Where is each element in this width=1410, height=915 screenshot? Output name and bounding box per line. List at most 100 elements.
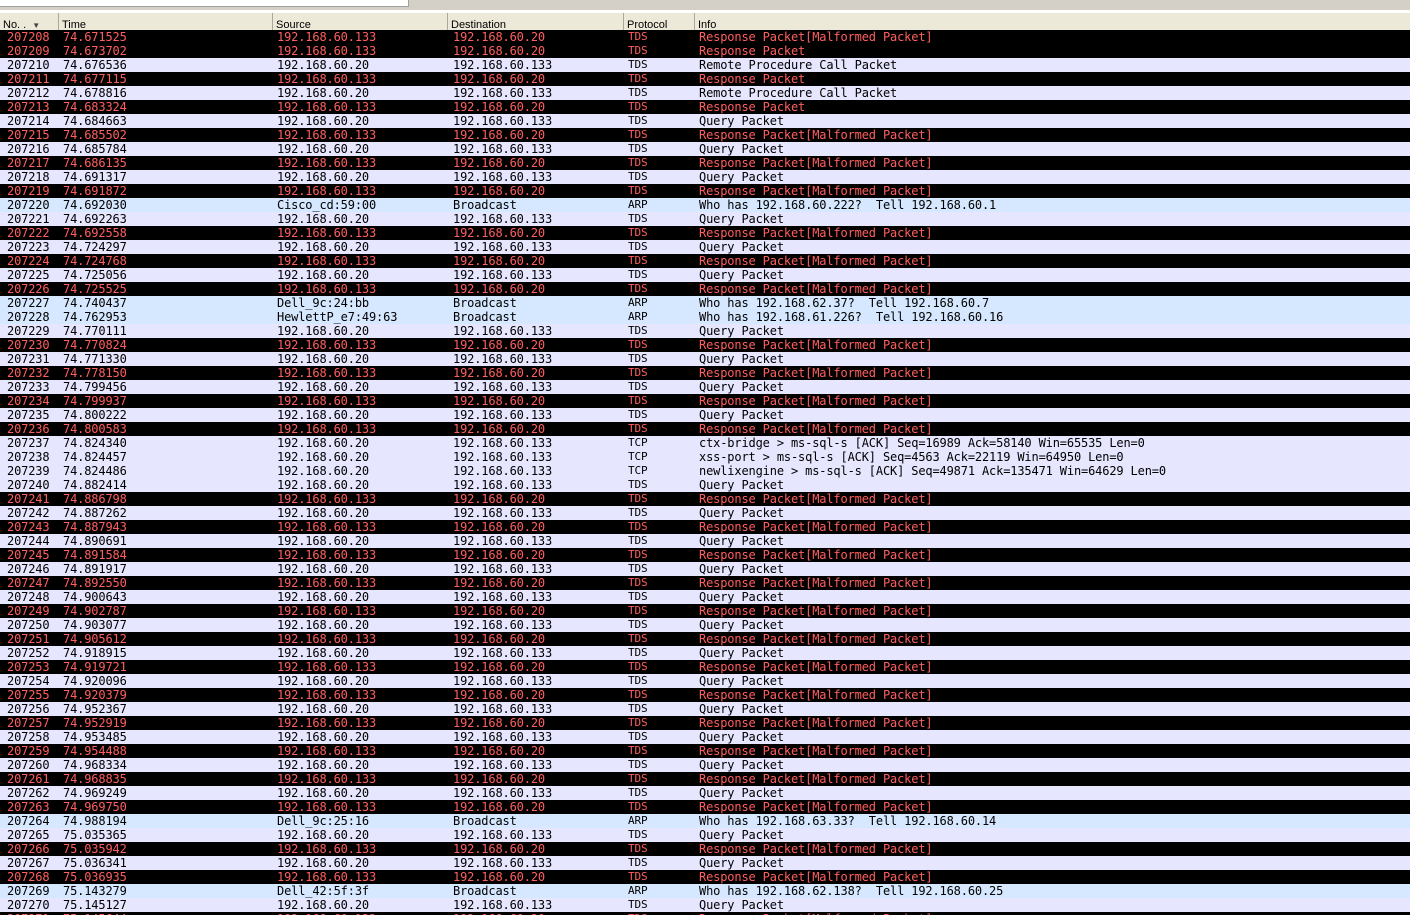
packet-row[interactable]: 207248 74.900643 192.168.60.20 192.168.60.1… (0, 590, 1410, 604)
packet-source: 192.168.60.20 (277, 828, 369, 842)
packet-source: 192.168.60.133 (277, 30, 377, 44)
packet-row[interactable]: 207246 74.891917 192.168.60.20 192.168.60.1… (0, 562, 1410, 576)
packet-row[interactable]: 207220 74.692030 Cisco_cd:59:00 Broadcast AR… (0, 198, 1410, 212)
packet-source: 192.168.60.133 (277, 394, 377, 408)
packet-row[interactable]: 207269 75.143279 Dell_42:5f:3f Broadcast ARP… (0, 884, 1410, 898)
packet-number: 207236 (7, 422, 50, 436)
packet-row[interactable]: 207251 74.905612 192.168.60.133 192.168.60.… (0, 632, 1410, 646)
packet-row[interactable]: 207215 74.685502 192.168.60.133 192.168.60.… (0, 128, 1410, 142)
packet-row[interactable]: 207254 74.920096 192.168.60.20 192.168.60.1… (0, 674, 1410, 688)
packet-row[interactable]: 207258 74.953485 192.168.60.20 192.168.60.1… (0, 730, 1410, 744)
packet-source: 192.168.60.133 (277, 128, 377, 142)
packet-protocol: TDS (628, 646, 648, 659)
packet-protocol: TDS (628, 590, 648, 603)
packet-info: Response Packet[Malformed Packet] (699, 660, 933, 674)
packet-row[interactable]: 207242 74.887262 192.168.60.20 192.168.60.1… (0, 506, 1410, 520)
packet-row[interactable]: 207266 75.035942 192.168.60.133 192.168.60.… (0, 842, 1410, 856)
packet-row[interactable]: 207245 74.891584 192.168.60.133 192.168.60.… (0, 548, 1410, 562)
packet-row[interactable]: 207232 74.778150 192.168.60.133 192.168.60.… (0, 366, 1410, 380)
packet-row[interactable]: 207247 74.892550 192.168.60.133 192.168.60.… (0, 576, 1410, 590)
packet-row[interactable]: 207231 74.771330 192.168.60.20 192.168.60.1… (0, 352, 1410, 366)
packet-number: 207248 (7, 590, 50, 604)
packet-row[interactable]: 207264 74.988194 Dell_9c:25:16 Broadcast ARP… (0, 814, 1410, 828)
packet-row[interactable]: 207224 74.724768 192.168.60.133 192.168.60.… (0, 254, 1410, 268)
packet-info: Query Packet (699, 170, 784, 184)
packet-row[interactable]: 207213 74.683324 192.168.60.133 192.168.60.… (0, 100, 1410, 114)
packet-row[interactable]: 207230 74.770824 192.168.60.133 192.168.60.… (0, 338, 1410, 352)
packet-row[interactable]: 207239 74.824486 192.168.60.20 192.168.60.1… (0, 464, 1410, 478)
packet-time: 74.824486 (63, 464, 127, 478)
packet-row[interactable]: 207221 74.692263 192.168.60.20 192.168.60.1… (0, 212, 1410, 226)
packet-row[interactable]: 207229 74.770111 192.168.60.20 192.168.60.1… (0, 324, 1410, 338)
packet-row[interactable]: 207217 74.686135 192.168.60.133 192.168.60.… (0, 156, 1410, 170)
packet-time: 74.683324 (63, 100, 127, 114)
packet-row[interactable]: 207261 74.968835 192.168.60.133 192.168.60.… (0, 772, 1410, 786)
packet-source: 192.168.60.133 (277, 492, 377, 506)
packet-info: Query Packet (699, 240, 784, 254)
packet-row[interactable]: 207237 74.824340 192.168.60.20 192.168.60.1… (0, 436, 1410, 450)
packet-row[interactable]: 207257 74.952919 192.168.60.133 192.168.60.… (0, 716, 1410, 730)
packet-row[interactable]: 207241 74.886798 192.168.60.133 192.168.60.… (0, 492, 1410, 506)
packet-info: Response Packet[Malformed Packet] (699, 226, 933, 240)
packet-row[interactable]: 207259 74.954488 192.168.60.133 192.168.60.… (0, 744, 1410, 758)
packet-row[interactable]: 207218 74.691317 192.168.60.20 192.168.60.1… (0, 170, 1410, 184)
packet-row[interactable]: 207233 74.799456 192.168.60.20 192.168.60.1… (0, 380, 1410, 394)
packet-row[interactable]: 207270 75.145127 192.168.60.20 192.168.60.1… (0, 898, 1410, 912)
packet-row[interactable]: 207262 74.969249 192.168.60.20 192.168.60.1… (0, 786, 1410, 800)
packet-time: 74.969750 (63, 800, 127, 814)
packet-row[interactable]: 207250 74.903077 192.168.60.20 192.168.60.1… (0, 618, 1410, 632)
packet-row[interactable]: 207219 74.691872 192.168.60.133 192.168.60.… (0, 184, 1410, 198)
filter-input[interactable] (0, 0, 409, 7)
packet-destination: 192.168.60.133 (453, 114, 553, 128)
packet-row[interactable]: 207235 74.800222 192.168.60.20 192.168.60.1… (0, 408, 1410, 422)
packet-info: Who has 192.168.60.222? Tell 192.168.60.… (699, 198, 997, 212)
packet-row[interactable]: 207212 74.678816 192.168.60.20 192.168.60.1… (0, 86, 1410, 100)
packet-row[interactable]: 207211 74.677115 192.168.60.133 192.168.60.… (0, 72, 1410, 86)
packet-row[interactable]: 207222 74.692558 192.168.60.133 192.168.60.… (0, 226, 1410, 240)
packet-row[interactable]: 207223 74.724297 192.168.60.20 192.168.60.1… (0, 240, 1410, 254)
packet-info: Query Packet (699, 674, 784, 688)
packet-row[interactable]: 207249 74.902787 192.168.60.133 192.168.60.… (0, 604, 1410, 618)
packet-source: 192.168.60.133 (277, 744, 377, 758)
packet-row[interactable]: 207227 74.740437 Dell_9c:24:bb Broadcast ARP… (0, 296, 1410, 310)
packet-row[interactable]: 207225 74.725056 192.168.60.20 192.168.60.1… (0, 268, 1410, 282)
packet-row[interactable]: 207236 74.800583 192.168.60.133 192.168.60.… (0, 422, 1410, 436)
packet-row[interactable]: 207209 74.673702 192.168.60.133 192.168.60.… (0, 44, 1410, 58)
packet-source: 192.168.60.133 (277, 772, 377, 786)
packet-row[interactable]: 207210 74.676536 192.168.60.20 192.168.60.1… (0, 58, 1410, 72)
packet-protocol: TDS (628, 394, 648, 407)
packet-source: 192.168.60.20 (277, 618, 369, 632)
packet-info: Query Packet (699, 408, 784, 422)
packet-source: 192.168.60.133 (277, 520, 377, 534)
packet-row[interactable]: 207238 74.824457 192.168.60.20 192.168.60.1… (0, 450, 1410, 464)
packet-row[interactable]: 207268 75.036935 192.168.60.133 192.168.60.… (0, 870, 1410, 884)
packet-number: 207263 (7, 800, 50, 814)
packet-row[interactable]: 207265 75.035365 192.168.60.20 192.168.60.1… (0, 828, 1410, 842)
packet-number: 207260 (7, 758, 50, 772)
packet-time: 74.968835 (63, 772, 127, 786)
packet-list[interactable]: 207208 74.671525 192.168.60.133 192.168.60.… (0, 30, 1410, 915)
packet-row[interactable]: 207216 74.685784 192.168.60.20 192.168.60.1… (0, 142, 1410, 156)
packet-row[interactable]: 207226 74.725525 192.168.60.133 192.168.60.… (0, 282, 1410, 296)
packet-row[interactable]: 207214 74.684663 192.168.60.20 192.168.60.1… (0, 114, 1410, 128)
packet-row[interactable]: 207240 74.882414 192.168.60.20 192.168.60.1… (0, 478, 1410, 492)
packet-time: 74.676536 (63, 58, 127, 72)
packet-info: Response Packet[Malformed Packet] (699, 128, 933, 142)
packet-row[interactable]: 207255 74.920379 192.168.60.133 192.168.60.… (0, 688, 1410, 702)
packet-row[interactable]: 207256 74.952367 192.168.60.20 192.168.60.1… (0, 702, 1410, 716)
packet-row[interactable]: 207243 74.887943 192.168.60.133 192.168.60.… (0, 520, 1410, 534)
packet-row[interactable]: 207263 74.969750 192.168.60.133 192.168.60.… (0, 800, 1410, 814)
packet-row[interactable]: 207252 74.918915 192.168.60.20 192.168.60.1… (0, 646, 1410, 660)
packet-row[interactable]: 207260 74.968334 192.168.60.20 192.168.60.1… (0, 758, 1410, 772)
packet-row[interactable]: 207208 74.671525 192.168.60.133 192.168.60.… (0, 30, 1410, 44)
packet-info: Query Packet (699, 786, 784, 800)
packet-protocol: TDS (628, 576, 648, 589)
packet-row[interactable]: 207228 74.762953 HewlettP_e7:49:63 Broadcas… (0, 310, 1410, 324)
packet-number: 207214 (7, 114, 50, 128)
packet-row[interactable]: 207253 74.919721 192.168.60.133 192.168.60.… (0, 660, 1410, 674)
packet-destination: 192.168.60.133 (453, 408, 553, 422)
packet-row[interactable]: 207234 74.799937 192.168.60.133 192.168.60.… (0, 394, 1410, 408)
packet-time: 74.988194 (63, 814, 127, 828)
packet-row[interactable]: 207244 74.890691 192.168.60.20 192.168.60.1… (0, 534, 1410, 548)
packet-row[interactable]: 207267 75.036341 192.168.60.20 192.168.60.1… (0, 856, 1410, 870)
